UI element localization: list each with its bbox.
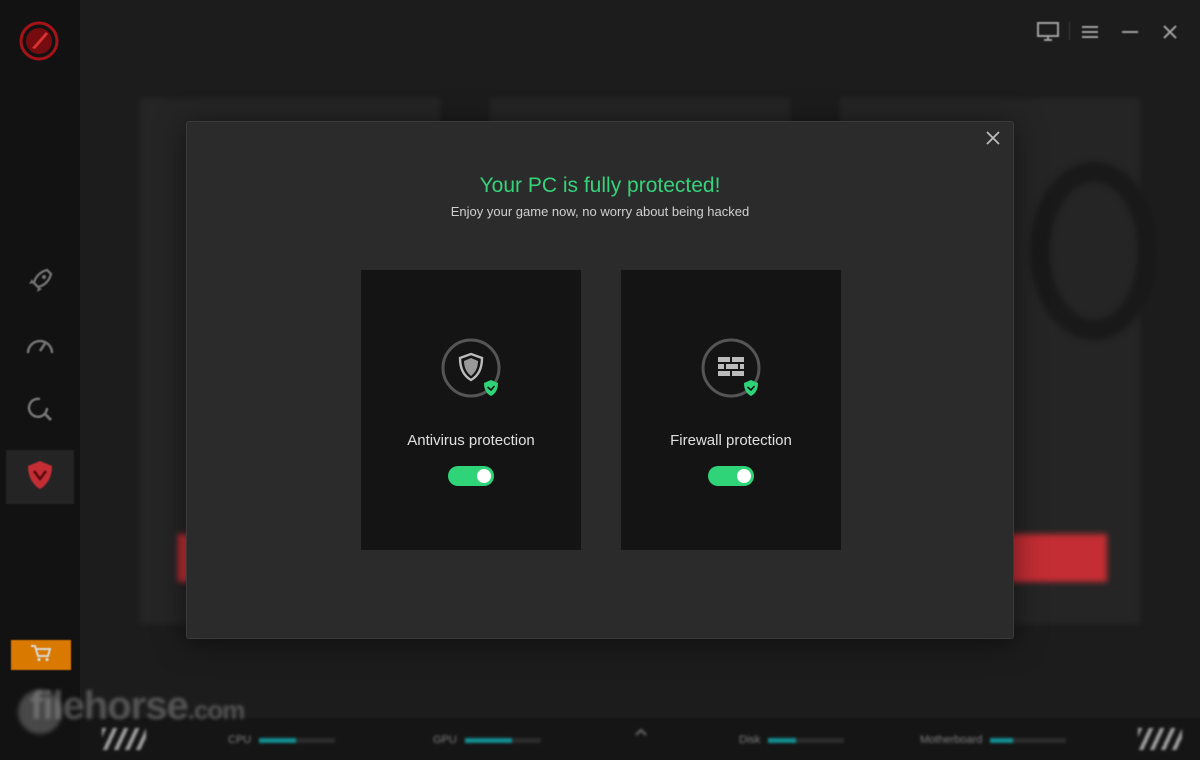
close-icon bbox=[986, 130, 1000, 150]
protection-dialog: Your PC is fully protected! Enjoy your g… bbox=[186, 121, 1014, 639]
dialog-title: Your PC is fully protected! bbox=[479, 174, 721, 197]
firewall-check-icon bbox=[701, 338, 763, 400]
shield-check-icon bbox=[441, 338, 503, 400]
dialog-subtitle: Enjoy your game now, no worry about bein… bbox=[450, 204, 750, 219]
antivirus-card: Antivirus protection bbox=[361, 270, 581, 550]
firewall-label: Firewall protection bbox=[670, 432, 792, 449]
firewall-toggle[interactable] bbox=[708, 466, 754, 486]
dialog-close-button[interactable] bbox=[981, 128, 1005, 152]
antivirus-label: Antivirus protection bbox=[407, 432, 535, 449]
firewall-card: Firewall protection bbox=[621, 270, 841, 550]
antivirus-toggle[interactable] bbox=[448, 466, 494, 486]
